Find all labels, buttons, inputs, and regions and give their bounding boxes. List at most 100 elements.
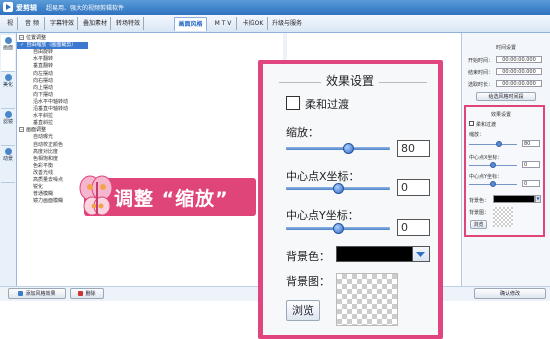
list-item[interactable]: 高度对比度 (33, 149, 58, 156)
list-item-label: 向左摆动 (33, 70, 54, 77)
list-item-label: 垂直斜拉 (33, 120, 54, 127)
center-y-label: 中心点Y坐标： (286, 209, 359, 222)
add-style-button[interactable]: 添加风格效果 (8, 288, 66, 299)
small-cx-knob[interactable] (490, 162, 496, 168)
tab-video[interactable]: 视 (3, 17, 18, 30)
end-time-label: 结束时间： (468, 70, 494, 76)
center-x-value-field[interactable]: 0 (397, 179, 430, 196)
small-bgimage-preview (493, 207, 513, 227)
duration-field[interactable]: 00:00:00.000 (496, 80, 542, 87)
duration-label: 选取时长： (468, 82, 494, 88)
end-time-field[interactable]: 00:00:00.000 (496, 68, 542, 75)
scale-value-field[interactable]: 80 (397, 140, 430, 157)
list-item-label: 高度对比度 (33, 148, 59, 155)
start-time-field[interactable]: 00:00:00.000 (496, 56, 542, 63)
effect-settings-content: 效果设置 柔和过渡 缩放： 80 中心点X坐标： 0 中心点Y坐标： 0 背景色… (263, 64, 438, 335)
callout-banner: 调整 “缩放” (79, 175, 256, 216)
tab-upgrade[interactable]: 升级与服务 (270, 17, 304, 30)
center-x-slider-knob[interactable] (333, 183, 344, 194)
small-cx-field[interactable]: 0 (522, 161, 540, 168)
list-item-label: 镜力画面模糊 (33, 198, 64, 205)
app-title: 爱剪辑 (16, 4, 37, 12)
collapse-icon[interactable]: − (19, 35, 24, 40)
filter-icon (4, 111, 12, 118)
list-item-label: 普通模糊 (33, 191, 54, 198)
list-group-label: 位置调整 (26, 35, 47, 41)
side-tab-beautify[interactable]: 美化 (1, 72, 15, 109)
list-item[interactable]: 向右摆动 (33, 78, 53, 85)
scale-slider-knob[interactable] (343, 143, 355, 154)
scale-slider[interactable] (286, 147, 390, 150)
tab-style[interactable]: 画面风格 (174, 17, 207, 31)
center-y-value-field[interactable]: 0 (397, 219, 430, 236)
small-cx-label: 中心点X坐标： (469, 155, 503, 161)
tab-karaoke[interactable]: 卡拉OK (239, 17, 268, 30)
remove-label: 删除 (85, 291, 96, 297)
tab-mtv[interactable]: M T V (210, 17, 237, 30)
tab-subtitle[interactable]: 字幕特效 (47, 17, 78, 30)
small-scale-slider[interactable] (469, 144, 517, 145)
list-item-label: 改善光线 (33, 169, 54, 176)
list-item[interactable]: 沿垂直中轴转动 (33, 106, 68, 113)
side-tab-filter[interactable]: 滤镜 (1, 109, 15, 146)
list-item[interactable]: 高质量去噪点 (33, 177, 63, 184)
list-item[interactable]: 自动校正颜色 (33, 142, 63, 149)
small-bgimage-label: 背景图： (469, 210, 490, 216)
remove-button[interactable]: 删除 (70, 288, 104, 299)
list-item-label: 色相饱和度 (33, 155, 59, 162)
side-tab-picture[interactable]: 画面 (1, 35, 15, 72)
bg-color-swatch[interactable] (336, 246, 413, 262)
list-item[interactable]: 向上摆动 (33, 85, 53, 92)
list-item-label: 高质量去噪点 (33, 177, 64, 183)
main-tab-bar: 视 音 频 字幕特效 叠加素材 转场特效 画面风格 M T V 卡拉OK 升级与… (0, 15, 550, 33)
list-group-header[interactable]: − 位置调整 (19, 35, 46, 42)
list-item-label: 垂直翻转 (33, 63, 54, 70)
app-logo-icon (3, 2, 13, 12)
list-item-label: 锐化 (33, 184, 44, 191)
list-item-label: 沿水平中轴转动 (33, 98, 69, 105)
list-item[interactable]: 改善光线 (33, 170, 53, 177)
small-cy-label: 中心点Y坐标： (469, 174, 503, 180)
small-bgcolor-swatch[interactable] (493, 195, 535, 203)
list-item-label: 自动校正颜色 (33, 141, 64, 148)
list-item-label: 向右摆动 (33, 77, 54, 84)
small-smooth-checkbox[interactable] (469, 121, 474, 126)
list-item-label: 自动曝光 (33, 134, 54, 141)
center-y-slider-knob[interactable] (333, 223, 344, 234)
collapse-icon[interactable]: − (19, 127, 24, 133)
list-item[interactable]: 垂直翻转 (33, 63, 53, 70)
list-item[interactable]: 镜力画面模糊 (33, 198, 63, 205)
small-cy-knob[interactable] (490, 181, 496, 187)
callout-text: 调整 “缩放” (114, 188, 229, 210)
small-browse-button[interactable]: 浏览 (470, 220, 487, 229)
side-tab-motion[interactable]: 动景 (1, 146, 15, 183)
small-cy-field[interactable]: 0 (522, 180, 540, 187)
small-chevron-down-icon[interactable]: ▼ (535, 195, 541, 203)
list-item-label: 色彩平衡 (33, 162, 54, 169)
list-item[interactable]: 沿水平中轴转动 (33, 99, 68, 106)
list-item[interactable]: 向下摆动 (33, 92, 53, 99)
smooth-transition-checkbox[interactable] (286, 96, 300, 110)
start-time-label: 开始时间： (468, 58, 494, 64)
list-item[interactable]: 向左摆动 (33, 71, 53, 78)
remove-icon (78, 291, 84, 296)
browse-button[interactable]: 浏览 (286, 300, 320, 321)
bg-image-preview (336, 273, 398, 326)
side-tab-label: 滤镜 (2, 119, 13, 125)
tab-overlay[interactable]: 叠加素材 (80, 17, 111, 30)
tab-transition[interactable]: 转场特效 (113, 17, 144, 30)
scale-label: 缩放： (286, 126, 319, 139)
list-item[interactable]: 色彩平衡 (33, 163, 53, 170)
add-icon (18, 291, 24, 296)
small-scale-knob[interactable] (496, 141, 502, 147)
list-item[interactable]: 色相饱和度 (33, 156, 58, 163)
list-item-label: 沿垂直中轴转动 (33, 106, 69, 112)
bg-color-dropdown[interactable] (413, 246, 430, 262)
small-effect-panel: 效果设置 柔和过渡 缩放： 80 中心点X坐标： 0 中心点Y坐标： 0 背景色… (464, 105, 545, 237)
list-item[interactable]: 自动曝光 (33, 134, 53, 141)
list-item-label: 自由旋转 (33, 49, 54, 56)
small-scale-field[interactable]: 80 (522, 140, 540, 147)
set-style-time-button[interactable]: 给选风格时间段 (476, 92, 536, 101)
tab-audio[interactable]: 音 频 (20, 17, 45, 30)
confirm-button[interactable]: 确认修改 (474, 288, 546, 299)
